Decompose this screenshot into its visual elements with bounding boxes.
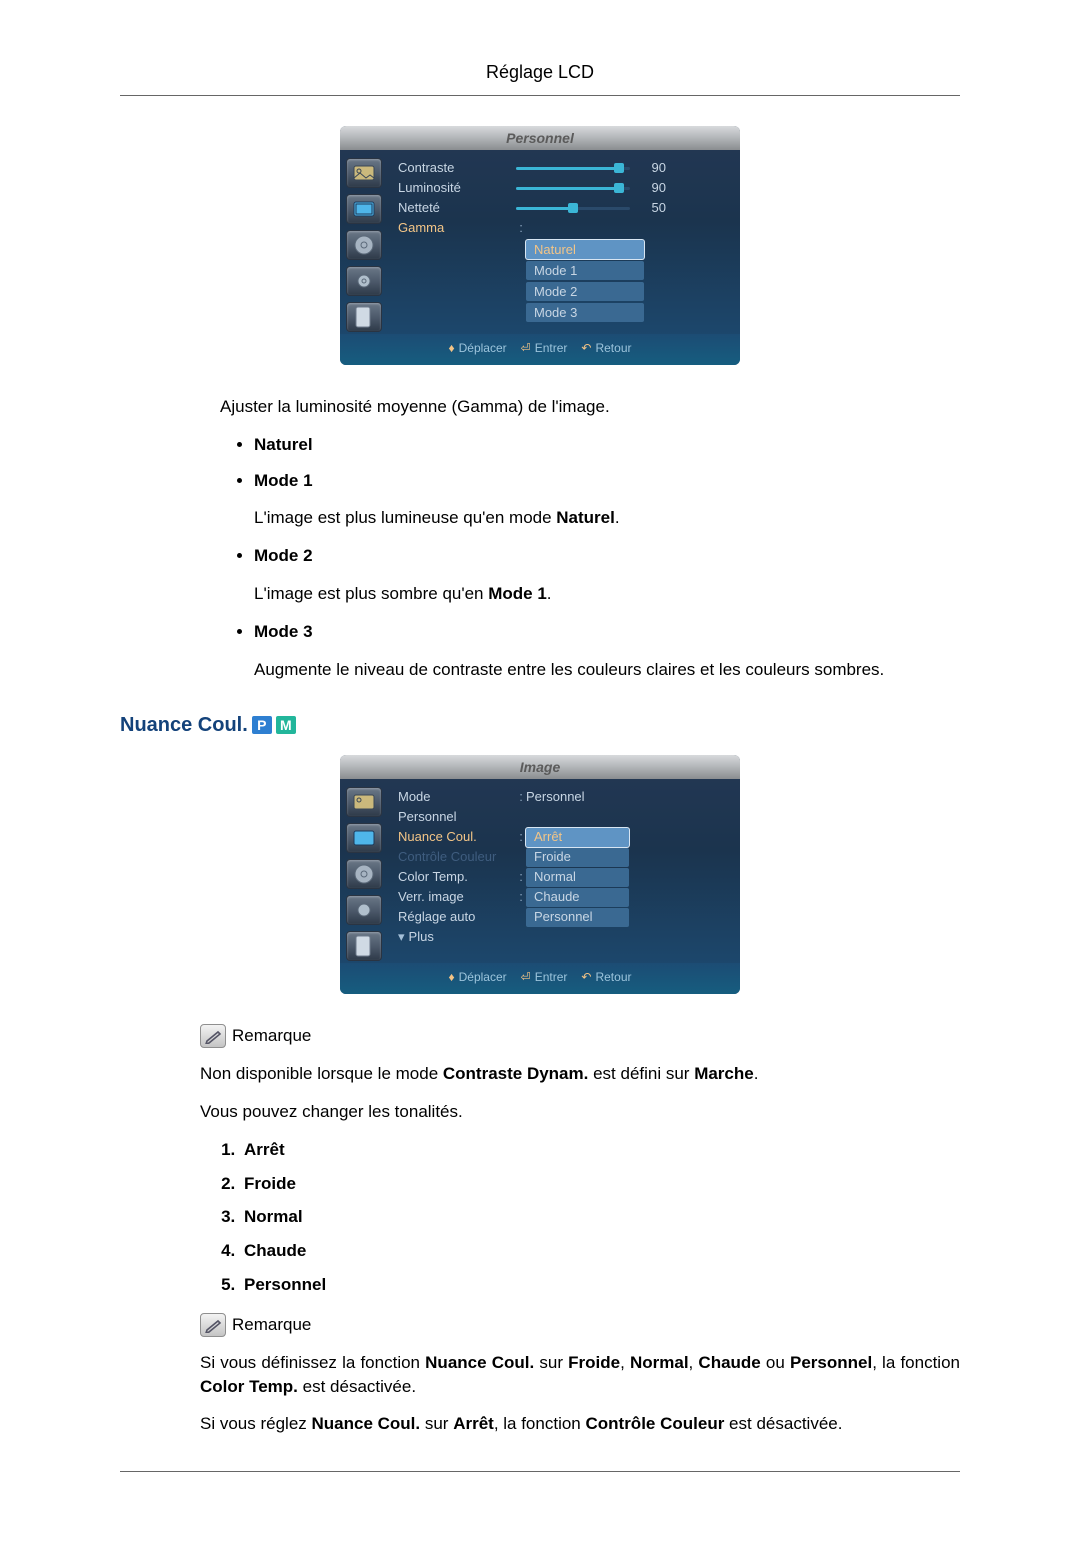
nuance-opt-normal[interactable]: Normal [526,868,629,887]
photo-icon [346,194,382,224]
picture-icon [346,158,382,188]
mode2-desc: L'image est plus sombre qu'en [254,584,488,603]
rule-bottom [120,1471,960,1472]
target-icon [346,859,382,889]
remark-2: Remarque [232,1313,311,1337]
tone-item-2: Froide [240,1172,960,1196]
gamma-opt-naturel[interactable]: Naturel [526,240,644,259]
gear-icon [346,266,382,296]
li-mode3: Mode 3 [254,622,313,641]
note3: Si vous définissez la fonction Nuance Co… [200,1351,960,1399]
contraste-label: Contraste [398,159,516,177]
nuance-opt-chaude[interactable]: Chaude [526,888,629,907]
gamma-opt-mode3[interactable]: Mode 3 [526,303,644,322]
tone-item-5: Personnel [240,1273,960,1297]
page-title: Réglage LCD [120,60,960,85]
gamma-label: Gamma [398,219,516,237]
tone-item-4: Chaude [240,1239,960,1263]
luminosite-label: Luminosité [398,179,516,197]
nuance-opt-personnel[interactable]: Personnel [526,908,629,927]
nettete-slider[interactable]: 50 [516,199,666,217]
note-icon [200,1024,226,1048]
li-naturel: Naturel [254,435,313,454]
osd2-footer: ♦Déplacer ⏎Entrer ↶Retour [340,963,740,994]
gamma-opt-mode1[interactable]: Mode 1 [526,261,644,280]
contraste-slider[interactable]: 90 [516,159,666,177]
note2: Vous pouvez changer les tonalités. [200,1100,960,1124]
li-mode1: Mode 1 [254,471,313,490]
section-nuance-coul: Nuance Coul. P M [120,711,960,739]
target-icon [346,230,382,260]
verr-label: Verr. image [398,888,516,906]
mode-val: Personnel [526,788,585,806]
picture-icon [346,787,382,817]
doc-icon [346,931,382,961]
osd-image: Image Mode : Personnel Personnel Nuance … [340,755,740,994]
note1: Non disponible lorsque le mode Contraste… [200,1062,960,1086]
badge-p: P [252,716,272,734]
osd2-title: Image [340,755,740,779]
chevron-down-icon: ▾ [398,928,405,946]
note4: Si vous réglez Nuance Coul. sur Arrêt, l… [200,1412,960,1436]
gear-icon [346,895,382,925]
mode3-desc: Augmente le niveau de contraste entre le… [254,658,960,682]
osd1-footer: ♦Déplacer ⏎Entrer ↶Retour [340,334,740,365]
li-mode2: Mode 2 [254,546,313,565]
gamma-opt-mode2[interactable]: Mode 2 [526,282,644,301]
mode1-desc: L'image est plus lumineuse qu'en mode [254,508,556,527]
osd1-title: Personnel [340,126,740,150]
controle-label: Contrôle Couleur [398,848,516,866]
note-icon [200,1313,226,1337]
nuance-label: Nuance Coul. [398,828,516,846]
plus-label: Plus [409,928,434,946]
remark-1: Remarque [232,1024,311,1048]
reglage-label: Réglage auto [398,908,516,926]
tone-item-3: Normal [240,1205,960,1229]
nettete-label: Netteté [398,199,516,217]
osd-personnel: Personnel [340,126,740,365]
luminosite-slider[interactable]: 90 [516,179,666,197]
personnel-label: Personnel [398,808,516,826]
badge-m: M [276,716,296,734]
tone-item-1: Arrêt [240,1138,960,1162]
colortemp-label: Color Temp. [398,868,516,886]
mode-label: Mode [398,788,516,806]
nuance-opt-froide[interactable]: Froide [526,848,629,867]
gamma-intro: Ajuster la luminosité moyenne (Gamma) de… [220,395,960,419]
photo-icon [346,823,382,853]
rule-top [120,95,960,96]
nuance-opt-arret[interactable]: Arrêt [526,828,629,847]
doc-icon [346,302,382,332]
